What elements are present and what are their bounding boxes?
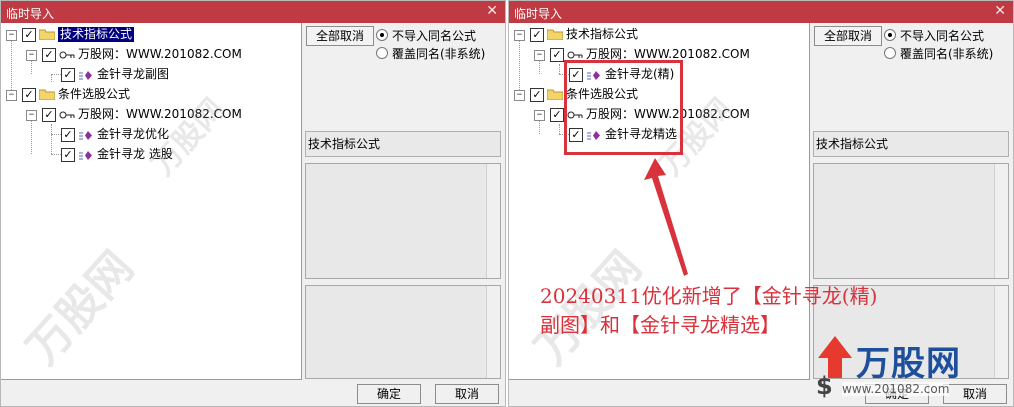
highlight-box <box>564 60 683 155</box>
import-dialog-left: 临时导入 ✕ − ✓ 技术指标公式 − ✓ 万股网：WWW.201082.COM… <box>0 0 506 407</box>
key-icon <box>59 51 75 59</box>
brand-url: www.201082.com <box>842 382 950 396</box>
scrollbar[interactable] <box>486 286 500 378</box>
tree-label: 技术指标公式 <box>58 27 135 42</box>
folder-icon <box>547 29 563 40</box>
tree-label: 技术指标公式 <box>566 27 639 41</box>
radio-indicator[interactable] <box>376 47 388 59</box>
cancel-all-button[interactable]: 全部取消 <box>306 26 374 46</box>
checkbox[interactable]: ✓ <box>550 108 564 122</box>
radio-indicator[interactable] <box>376 29 388 41</box>
folder-icon <box>39 29 55 40</box>
cancel-button[interactable]: 取消 <box>435 384 499 404</box>
collapse-icon[interactable]: − <box>26 110 37 121</box>
collapse-icon[interactable]: − <box>534 110 545 121</box>
radio-label: 覆盖同名(非系统) <box>392 47 486 61</box>
tree-node-tech-group[interactable]: − ✓ 技术指标公式 <box>514 27 774 45</box>
key-icon <box>567 51 583 59</box>
close-icon[interactable]: ✕ <box>994 3 1006 19</box>
description-panel <box>813 163 1009 279</box>
checkbox[interactable]: ✓ <box>22 88 36 102</box>
collapse-icon[interactable]: − <box>514 90 525 101</box>
checkbox[interactable]: ✓ <box>42 48 56 62</box>
collapse-icon[interactable]: − <box>6 90 17 101</box>
scrollbar[interactable] <box>994 164 1008 278</box>
tree-node-cond-item-2[interactable]: ✓ 金针寻龙 选股 <box>61 147 281 165</box>
tree-label: 金针寻龙副图 <box>97 67 170 81</box>
scrollbar[interactable] <box>486 164 500 278</box>
formula-type-label: 技术指标公式 <box>813 131 1009 157</box>
ok-button[interactable]: 确定 <box>357 384 421 404</box>
formula-icon <box>79 151 92 160</box>
folder-icon <box>547 89 563 100</box>
checkbox[interactable]: ✓ <box>42 108 56 122</box>
key-icon <box>59 111 75 119</box>
tree-label: 万股网：WWW.201082.COM <box>78 47 242 61</box>
tree-label: 金针寻龙 选股 <box>97 147 173 161</box>
checkbox[interactable]: ✓ <box>530 28 544 42</box>
dialog-title: 临时导入 <box>514 7 563 21</box>
formula-icon <box>79 131 92 140</box>
brand-logo: $ 万股网 www.201082.com <box>812 334 1012 404</box>
formula-tree: − ✓ 技术指标公式 − ✓ 万股网：WWW.201082.COM ✓ 金针寻龙… <box>1 23 302 380</box>
tree-node-cond-group[interactable]: − ✓ 条件选股公式 <box>6 87 266 105</box>
collapse-icon[interactable]: − <box>26 50 37 61</box>
radio-label: 不导入同名公式 <box>392 29 477 43</box>
close-icon[interactable]: ✕ <box>486 3 498 19</box>
radio-label: 覆盖同名(非系统) <box>900 47 994 61</box>
formula-type-label: 技术指标公式 <box>305 131 501 157</box>
tree-node-cond-site[interactable]: − ✓ 万股网：WWW.201082.COM <box>26 107 286 125</box>
radio-indicator[interactable] <box>884 29 896 41</box>
checkbox[interactable]: ✓ <box>61 68 75 82</box>
tree-label: 万股网：WWW.201082.COM <box>78 107 242 121</box>
tree-node-cond-item-1[interactable]: ✓ 金针寻龙优化 <box>61 127 281 145</box>
tree-label: 条件选股公式 <box>58 87 131 101</box>
parameter-panel <box>305 285 501 379</box>
tree-node-tech-site[interactable]: − ✓ 万股网：WWW.201082.COM <box>26 47 286 65</box>
description-panel <box>305 163 501 279</box>
collapse-icon[interactable]: − <box>6 30 17 41</box>
collapse-icon[interactable]: − <box>534 50 545 61</box>
formula-icon <box>79 71 92 80</box>
tree-label: 金针寻龙优化 <box>97 127 170 141</box>
dialog-title: 临时导入 <box>6 7 55 21</box>
annotation-text: 20240311优化新增了【金针寻龙(精) 副图】和【金针寻龙精选】 <box>540 282 920 340</box>
tree-node-tech-group[interactable]: − ✓ 技术指标公式 <box>6 27 266 45</box>
checkbox[interactable]: ✓ <box>550 48 564 62</box>
title-bar: 临时导入 ✕ <box>1 1 505 23</box>
annotation-line-1: 20240311优化新增了【金针寻龙(精) <box>540 284 878 308</box>
radio-label: 不导入同名公式 <box>900 29 985 43</box>
checkbox[interactable]: ✓ <box>61 128 75 142</box>
cancel-all-button[interactable]: 全部取消 <box>814 26 882 46</box>
svg-text:$: $ <box>816 372 833 398</box>
watermark-logo: 万股网 <box>17 241 144 375</box>
radio-indicator[interactable] <box>884 47 896 59</box>
collapse-icon[interactable]: − <box>514 30 525 41</box>
checkbox[interactable]: ✓ <box>61 148 75 162</box>
brand-name: 万股网 <box>856 344 961 384</box>
checkbox[interactable]: ✓ <box>530 88 544 102</box>
checkbox[interactable]: ✓ <box>22 28 36 42</box>
title-bar: 临时导入 ✕ <box>509 1 1013 23</box>
tree-node-tech-item[interactable]: ✓ 金针寻龙副图 <box>61 67 281 85</box>
folder-icon <box>39 89 55 100</box>
